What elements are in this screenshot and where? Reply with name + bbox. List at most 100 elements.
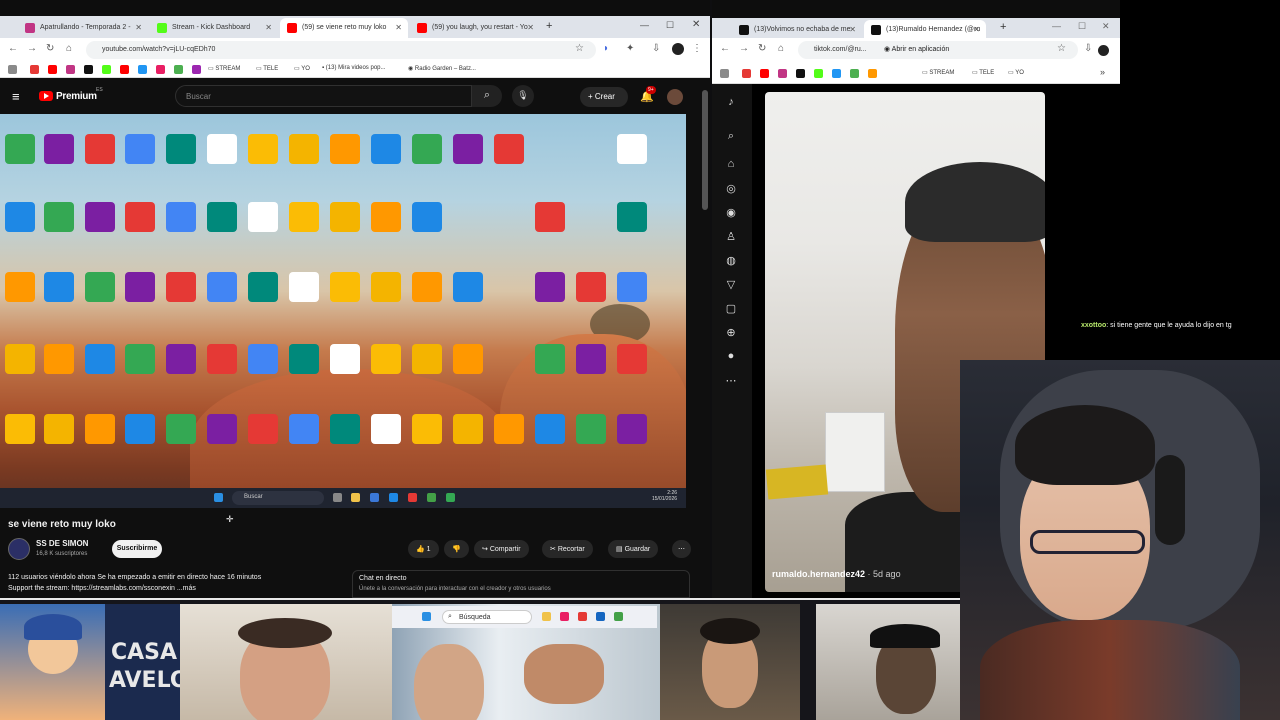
mini-search-box[interactable]: ⌕ Búsqueda [442, 610, 532, 624]
dislike-button[interactable]: 👎 [444, 540, 469, 558]
bookmark-folder-tele[interactable]: ▭ TELE [972, 69, 994, 76]
tab-you-laugh[interactable]: (59) you laugh, you restart - Yo ✕ [410, 18, 540, 38]
extension-icon[interactable]: ◗ [603, 43, 609, 54]
upload-icon[interactable]: ⊕ [724, 326, 738, 340]
close-icon[interactable]: ✕ [265, 23, 272, 32]
bookmark-icon[interactable] [120, 65, 129, 74]
taskbar-search[interactable]: Buscar [232, 491, 324, 505]
app-icon[interactable] [560, 612, 569, 621]
home-icon[interactable]: ⌂ [724, 158, 738, 172]
bookmark-icon[interactable] [66, 65, 75, 74]
apps-grid-icon[interactable] [720, 69, 729, 78]
subscribe-button[interactable]: Suscribirme [112, 540, 162, 558]
bookmark-folder-yo[interactable]: ▭ YO [294, 65, 310, 72]
more-icon[interactable]: ⋯ [724, 374, 738, 388]
task-view-icon[interactable] [333, 493, 342, 502]
new-tab-icon[interactable]: + [1000, 21, 1006, 33]
bookmark-folder-tele[interactable]: ▭ TELE [256, 65, 278, 72]
back-icon[interactable]: ← [720, 43, 730, 54]
tab-volvimos[interactable]: (13)Volvimos no echaba de me ✕ [732, 20, 862, 40]
windows-start-icon[interactable] [422, 612, 431, 621]
video-player[interactable] [0, 114, 686, 508]
home-icon[interactable]: ⌂ [66, 43, 72, 54]
menu-kebab-icon[interactable]: ⋮ [692, 43, 702, 54]
bookmark-icon[interactable] [850, 69, 859, 78]
more-actions-icon[interactable]: ⋯ [672, 540, 691, 558]
bookmark-icon[interactable] [84, 65, 93, 74]
microphone-icon[interactable]: 🎙 [512, 85, 534, 107]
youtube-logo-icon[interactable] [39, 91, 53, 101]
bookmark-icon[interactable] [102, 65, 111, 74]
steam-icon[interactable] [596, 612, 605, 621]
bookmark-star-icon[interactable]: ☆ [1057, 43, 1066, 54]
close-icon[interactable]: ✕ [849, 25, 856, 34]
file-explorer-icon[interactable] [351, 493, 360, 502]
bookmark-folder-stream[interactable]: ▭ STREAM [208, 65, 240, 72]
tiktok-logo-icon[interactable]: ♪ [724, 96, 738, 110]
profile-circle-icon[interactable]: ◉ [724, 206, 738, 220]
page-scrollbar[interactable] [702, 90, 708, 210]
downloads-icon[interactable]: ⇩ [1084, 43, 1092, 54]
windows-start-icon[interactable] [214, 493, 223, 502]
tiktok-username[interactable]: rumaldo.hernandez42 · 5d ago [772, 569, 901, 579]
bookmark-icon[interactable] [832, 69, 841, 78]
bookmark-icon[interactable] [192, 65, 201, 74]
close-icon[interactable]: ✕ [135, 23, 142, 32]
window-close-icon[interactable]: ✕ [692, 19, 700, 30]
bookmark-folder-yo[interactable]: ▭ YO [1008, 69, 1024, 76]
minimize-icon[interactable]: — [1052, 21, 1061, 31]
bookmark-icon[interactable] [138, 65, 147, 74]
bookmark-radio-garden[interactable]: ◉ Radio Garden – Batz... [408, 65, 476, 72]
profile-avatar[interactable] [1098, 45, 1109, 56]
avatar-icon[interactable]: ● [724, 350, 738, 364]
save-button[interactable]: ▤ Guardar [608, 540, 659, 558]
tab-kick-dashboard[interactable]: Stream - Kick Dashboard ✕ [150, 18, 278, 38]
clip-button[interactable]: ✂ Recortar [542, 540, 593, 558]
opera-icon[interactable] [578, 612, 587, 621]
bookmark-icon[interactable] [174, 65, 183, 74]
bookmark-icon[interactable] [778, 69, 787, 78]
reload-icon[interactable]: ↻ [46, 43, 54, 54]
bookmark-mira-videos[interactable]: ▪ (13) Mira videos pop... [322, 65, 386, 71]
bookmark-icon[interactable] [48, 65, 57, 74]
bookmark-icon[interactable] [30, 65, 39, 74]
bookmark-star-icon[interactable]: ☆ [575, 43, 584, 54]
close-icon[interactable]: ✕ [395, 23, 402, 32]
hamburger-menu-icon[interactable]: ≡ [12, 89, 20, 104]
bookmark-icon[interactable] [796, 69, 805, 78]
bookmark-icon[interactable] [742, 69, 751, 78]
following-icon[interactable]: ♙ [724, 230, 738, 244]
video-description[interactable]: 112 usuarios viéndolo ahora Se ha empeza… [8, 572, 348, 598]
tab-se-viene-reto[interactable]: (59) se viene reto muy loko ✕ [280, 18, 408, 38]
close-icon[interactable]: ✕ [527, 23, 534, 32]
profile-avatar[interactable] [672, 43, 684, 55]
downloads-icon[interactable]: ⇩ [652, 43, 660, 54]
maximize-icon[interactable]: ☐ [1078, 21, 1086, 32]
bookmark-icon[interactable] [156, 65, 165, 74]
chrome-icon[interactable] [614, 612, 623, 621]
live-icon[interactable]: ◍ [724, 254, 738, 268]
file-explorer-icon[interactable] [542, 612, 551, 621]
close-icon[interactable]: ✕ [973, 25, 980, 34]
sheets-icon[interactable] [446, 493, 455, 502]
bookmark-icon[interactable] [868, 69, 877, 78]
chrome-icon[interactable] [427, 493, 436, 502]
open-in-app-button[interactable]: ◉ Abrir en aplicación [884, 45, 949, 53]
new-tab-icon[interactable]: + [546, 20, 552, 32]
share-button[interactable]: ↪ Compartir [474, 540, 529, 558]
extensions-puzzle-icon[interactable]: ✦ [626, 43, 634, 54]
maximize-icon[interactable]: ☐ [666, 20, 674, 31]
search-icon[interactable]: ⌕ [472, 85, 502, 107]
bookmark-icon[interactable] [760, 69, 769, 78]
edge-icon[interactable] [389, 493, 398, 502]
window-close-icon[interactable]: ✕ [1102, 21, 1110, 32]
minimize-icon[interactable]: — [640, 20, 649, 30]
store-icon[interactable] [370, 493, 379, 502]
like-button[interactable]: 👍 1 [408, 540, 439, 558]
channel-name[interactable]: SS DE SIMON [36, 539, 88, 548]
back-icon[interactable]: ← [8, 43, 18, 54]
messages-icon[interactable]: ▢ [724, 302, 738, 316]
tab-rumaldo[interactable]: (13)Rumaldo Hernandez (@ru ✕ [864, 20, 986, 40]
reload-icon[interactable]: ↻ [758, 43, 766, 54]
forward-icon[interactable]: → [27, 43, 37, 54]
